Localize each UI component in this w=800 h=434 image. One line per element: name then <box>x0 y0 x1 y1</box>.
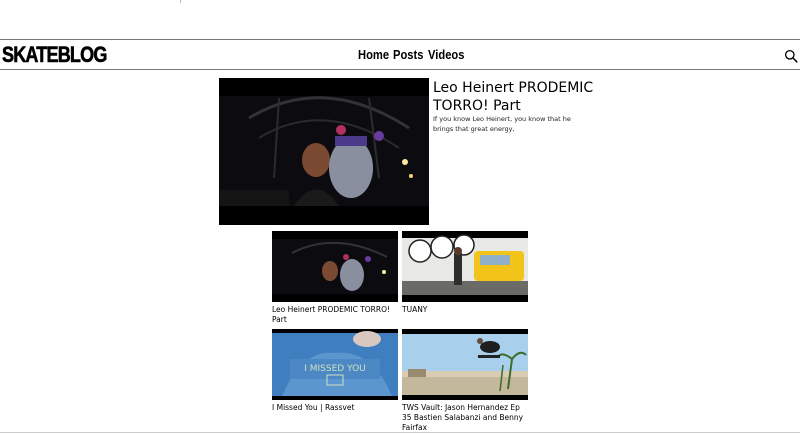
top-navbar: SKATEBLOG Home Posts Videos <box>0 39 800 70</box>
site-logo[interactable]: SKATEBLOG <box>2 42 108 67</box>
video-card-title[interactable]: TWS Vault: Jason Hernandez Ep 35 Bastien… <box>402 403 530 433</box>
svg-text:I MISSED YOU: I MISSED YOU <box>304 364 366 374</box>
video-card-title[interactable]: I Missed You | Rassvet <box>272 403 400 413</box>
video-card-thumbnail[interactable] <box>402 231 528 302</box>
top-edge-mark <box>180 0 181 3</box>
search-icon[interactable] <box>784 48 798 63</box>
video-card-title[interactable]: TUANY <box>402 305 530 315</box>
video-card-title[interactable]: Leo Heinert PRODEMIC TORRO! Part <box>272 305 400 325</box>
main-nav: Home Posts Videos <box>358 48 470 62</box>
video-card-thumbnail[interactable]: I MISSED YOU <box>272 329 398 400</box>
featured-video-title[interactable]: Leo Heinert PRODEMIC TORRO! Part <box>433 79 603 115</box>
featured-video-thumbnail[interactable] <box>219 78 429 225</box>
video-card-thumbnail[interactable] <box>402 329 528 400</box>
video-card-thumbnail[interactable] <box>272 231 398 302</box>
featured-video-description: If you know Leo Heinert, you know that h… <box>433 115 571 133</box>
page-bottom-divider <box>0 432 800 433</box>
nav-posts[interactable]: Posts <box>393 48 423 62</box>
nav-videos[interactable]: Videos <box>428 48 464 62</box>
nav-home[interactable]: Home <box>358 48 389 62</box>
